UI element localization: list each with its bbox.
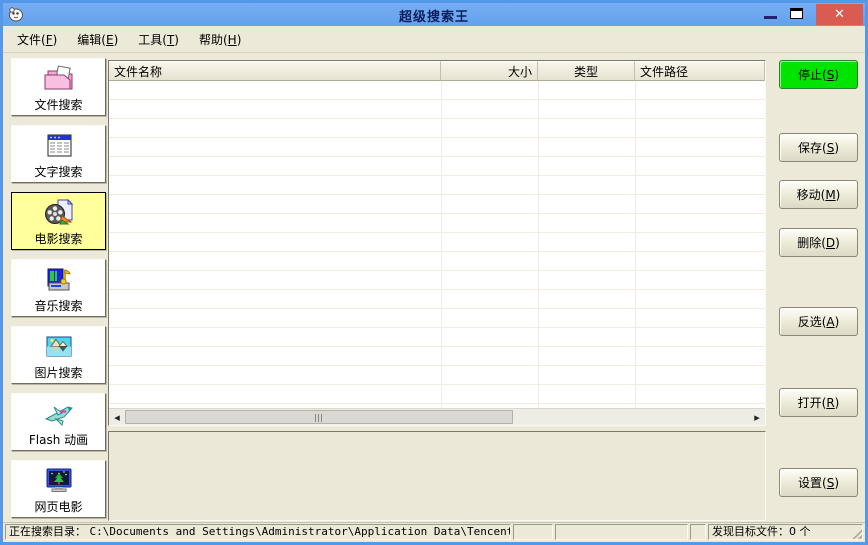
web-movie-icon [46,468,71,492]
scroll-left-icon[interactable]: ◂ [109,409,125,425]
menubar: 文件(F) 编辑(E) 工具(T) 帮助(H) [3,26,865,53]
close-icon: ✕ [834,7,845,22]
sidebar-item-label: 图片搜索 [34,366,83,380]
invert-selection-button[interactable]: 反选(A) [779,307,858,336]
window-title: 超级搜索王 [398,10,469,25]
app-window: 超级搜索王 ✕ 文件(F) 编辑(E) 工具(T) 帮助(H) 文件搜索 文字搜… [0,0,868,545]
column-header-filename[interactable]: 文件名称 [109,61,441,81]
sidebar-item-flash-animation[interactable]: Flash 动画 [11,393,106,451]
sidebar-item-label: 音乐搜索 [34,299,83,313]
music-search-icon [47,268,71,291]
scrollbar-grip [315,414,323,422]
status-searching-directory: 正在搜索目录： C:\Documents and Settings\Admini… [5,524,511,540]
main-content: 文件搜索 文字搜索 电影搜索 音乐搜索 图片搜索 Flash 动画 网页电影 文… [3,53,865,522]
table-body [109,81,765,408]
movie-search-icon [44,198,73,225]
column-divider [635,81,636,408]
sidebar-item-file-search[interactable]: 文件搜索 [11,58,106,116]
move-button[interactable]: 移动(M) [779,180,858,209]
status-panel [513,524,553,540]
sidebar-item-label: 电影搜索 [34,232,83,246]
column-divider [538,81,539,408]
sidebar-item-web-movie[interactable]: 网页电影 [11,460,106,518]
stop-button[interactable]: 停止(S) [779,60,858,89]
folder-search-icon [44,65,72,90]
sidebar-item-music-search[interactable]: 音乐搜索 [11,259,106,317]
status-panel [555,524,688,540]
column-header-size[interactable]: 大小 [441,61,538,81]
settings-button[interactable]: 设置(S) [779,468,858,497]
detail-panel [108,431,766,521]
close-button[interactable]: ✕ [816,4,863,25]
sidebar-item-label: 文件搜索 [34,98,83,112]
scrollbar-thumb[interactable] [125,410,513,424]
picture-search-icon [46,336,71,357]
sidebar-item-label: Flash 动画 [28,433,89,447]
found-count: 0 个 [789,525,811,538]
menu-tools[interactable]: 工具(T) [128,27,189,52]
horizontal-scrollbar[interactable]: ◂ ▸ [109,408,765,425]
save-button[interactable]: 保存(S) [779,133,858,162]
open-button[interactable]: 打开(R) [779,388,858,417]
flash-animation-icon [44,406,73,426]
sidebar-item-label: 网页电影 [34,500,83,514]
maximize-button[interactable] [790,8,803,19]
column-header-type[interactable]: 类型 [538,61,635,81]
sidebar-item-text-search[interactable]: 文字搜索 [11,125,106,183]
table-header: 文件名称 大小 类型 文件路径 [109,61,765,81]
menu-file[interactable]: 文件(F) [7,27,67,52]
statusbar: 正在搜索目录： C:\Documents and Settings\Admini… [3,522,865,542]
menu-help[interactable]: 帮助(H) [189,27,251,52]
menu-edit[interactable]: 编辑(E) [67,27,128,52]
delete-button[interactable]: 删除(D) [779,228,858,257]
titlebar: 超级搜索王 ✕ [3,3,865,26]
text-search-icon [47,134,71,157]
minimize-button[interactable] [764,16,777,19]
sidebar-item-label: 文字搜索 [34,165,83,179]
sidebar-item-picture-search[interactable]: 图片搜索 [11,326,106,384]
results-table: 文件名称 大小 类型 文件路径 ◂ ▸ [108,60,766,426]
column-header-filepath[interactable]: 文件路径 [635,61,765,81]
scroll-right-icon[interactable]: ▸ [749,409,765,425]
sidebar-item-movie-search[interactable]: 电影搜索 [11,192,106,250]
column-divider [441,81,442,408]
status-panel [690,524,706,540]
status-found-files: 发现目标文件： 0 个 [708,524,863,540]
resize-grip[interactable] [850,527,862,539]
search-directory-path: C:\Documents and Settings\Administrator\… [89,525,511,538]
